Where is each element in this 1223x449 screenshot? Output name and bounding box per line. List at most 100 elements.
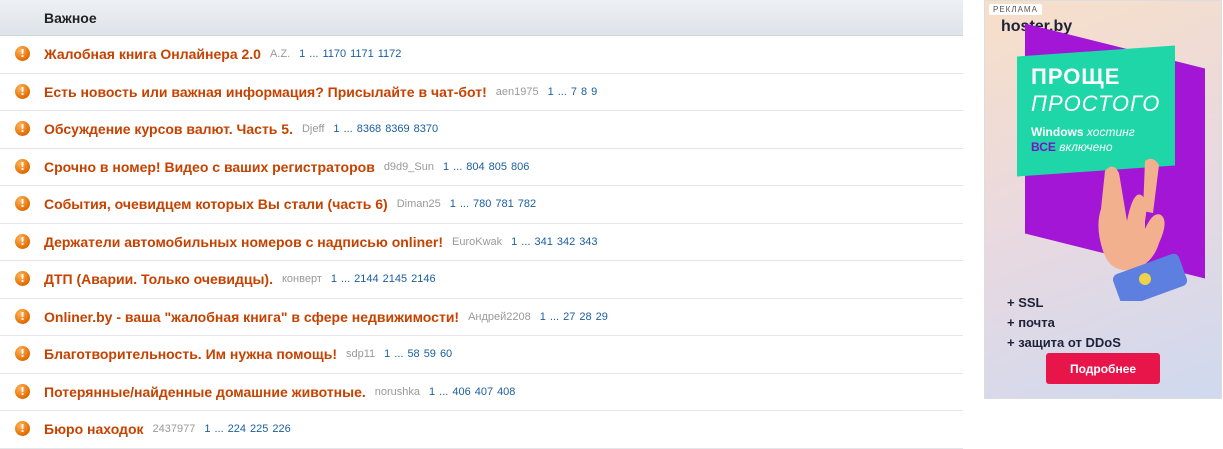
important-icon: !: [15, 158, 30, 174]
page-link[interactable]: 781: [495, 198, 513, 210]
topic-pages: 1... 804 805 806: [443, 161, 529, 173]
page-link[interactable]: 1: [511, 236, 517, 248]
topic-author: Djeff: [301, 123, 325, 136]
topic-author: Андрей2208: [468, 310, 531, 323]
topic-author: sdp11: [345, 348, 376, 361]
topic-row: ! ДТП (Аварии. Только очевидцы). конверт 1.…: [0, 261, 963, 299]
topic-title-link[interactable]: Бюро находок: [44, 421, 144, 437]
page-link[interactable]: 2145: [383, 273, 407, 285]
topic-row: ! Есть новость или важная информация? При…: [0, 74, 963, 111]
page-ellipsis: ...: [394, 348, 404, 361]
ad-headline-2: ПРОСТОГО: [1031, 91, 1161, 116]
page-link[interactable]: 408: [497, 386, 515, 398]
forum-section: Важное ! Жалобная книга Онлайнера 2.0 A.Z.…: [0, 0, 963, 449]
page-link[interactable]: 1: [548, 86, 554, 98]
page-link[interactable]: 7: [571, 86, 577, 98]
page-link[interactable]: 8369: [385, 123, 409, 135]
page-link[interactable]: 8: [581, 86, 587, 98]
ad-subline-1: Windows хостинг: [1031, 125, 1135, 139]
page-link[interactable]: 1: [429, 386, 435, 398]
topic-author: Diman25: [396, 198, 441, 211]
ad-more-button[interactable]: Подробнее: [1046, 353, 1160, 384]
page-link[interactable]: 8368: [357, 123, 381, 135]
topic-author: 2437977: [152, 423, 196, 436]
page-link[interactable]: 2146: [411, 273, 435, 285]
page-link[interactable]: 60: [440, 348, 452, 360]
page-link[interactable]: 1: [333, 123, 339, 135]
hand-icon: [1098, 158, 1188, 301]
page-link[interactable]: 224: [228, 423, 246, 435]
topic-title-link[interactable]: Потерянные/найденные домашние животные.: [44, 384, 366, 400]
topic-title-link[interactable]: Держатели автомобильных номеров с надпис…: [44, 234, 443, 250]
page-link[interactable]: 1: [299, 48, 305, 60]
ad-feature-list: + SSL + почта + защита от DDoS: [1007, 293, 1121, 353]
topic-row: ! Бюро находок 2437977 1... 224 225 226: [0, 411, 963, 449]
ad-label: РЕКЛАМА: [989, 4, 1042, 15]
page-link[interactable]: 406: [452, 386, 470, 398]
ad-sub2-bold: ВСЕ: [1031, 140, 1056, 154]
topic-title-link[interactable]: Есть новость или важная информация? Прис…: [44, 84, 487, 100]
ad-feature-item: + SSL: [1007, 295, 1044, 310]
ad-sub1-bold: Windows: [1031, 125, 1084, 139]
page-link[interactable]: 1: [331, 273, 337, 285]
topic-title-link[interactable]: Благотворительность. Им нужна помощь!: [44, 346, 337, 362]
topic-pages: 1... 2144 2145 2146: [331, 273, 436, 285]
page-link[interactable]: 804: [466, 161, 484, 173]
important-icon: !: [15, 121, 30, 137]
page-link[interactable]: 342: [557, 236, 575, 248]
page-link[interactable]: 9: [591, 86, 597, 98]
topic-title-link[interactable]: Обсуждение курсов валют. Часть 5.: [44, 121, 293, 137]
topic-pages: 1... 58 59 60: [384, 348, 452, 360]
page-link[interactable]: 2144: [354, 273, 378, 285]
topic-pages: 1... 780 781 782: [450, 198, 536, 210]
topic-pages: 1... 8368 8369 8370: [333, 123, 438, 135]
important-icon: !: [15, 196, 30, 212]
important-icon: !: [15, 383, 30, 399]
page-link[interactable]: 29: [596, 311, 608, 323]
page-link[interactable]: 1: [443, 161, 449, 173]
page-link[interactable]: 1170: [322, 48, 346, 60]
page-link[interactable]: 1: [204, 423, 210, 435]
page-link[interactable]: 27: [563, 311, 575, 323]
important-icon: !: [15, 233, 30, 249]
page-link[interactable]: 1172: [378, 48, 402, 60]
ad-feature-item: + почта: [1007, 315, 1055, 330]
page-link[interactable]: 343: [579, 236, 597, 248]
topic-row: ! Onliner.by - ваша "жалобная книга" в сф…: [0, 299, 963, 336]
page-link[interactable]: 59: [424, 348, 436, 360]
topic-pages: 1... 341 342 343: [511, 236, 597, 248]
topic-pages: 1... 224 225 226: [204, 423, 290, 435]
page-link[interactable]: 780: [473, 198, 491, 210]
ad-headline-1: ПРОЩЕ: [1031, 64, 1121, 89]
page-link[interactable]: 58: [407, 348, 419, 360]
page-link[interactable]: 407: [475, 386, 493, 398]
page-ellipsis: ...: [309, 48, 319, 61]
page-link[interactable]: 1: [384, 348, 390, 360]
ad-banner[interactable]: РЕКЛАМА hoster.by ПРОЩЕ ПРОСТОГО Windows…: [984, 0, 1222, 399]
page-ellipsis: ...: [459, 198, 470, 211]
page-ellipsis: ...: [521, 235, 531, 248]
topic-title-link[interactable]: Жалобная книга Онлайнера 2.0: [44, 46, 261, 62]
page-link[interactable]: 806: [511, 161, 529, 173]
page-link[interactable]: 1: [450, 198, 456, 210]
page-link[interactable]: 341: [534, 236, 552, 248]
topic-title-link[interactable]: События, очевидцем которых Вы стали (час…: [44, 196, 388, 212]
page-link[interactable]: 782: [518, 198, 536, 210]
page-link[interactable]: 805: [489, 161, 507, 173]
topic-title-link[interactable]: ДТП (Аварии. Только очевидцы).: [44, 271, 273, 287]
page-link[interactable]: 226: [272, 423, 290, 435]
topic-author: norushka: [374, 385, 421, 398]
page-link[interactable]: 8370: [414, 123, 438, 135]
topic-title-link[interactable]: Срочно в номер! Видео с ваших регистрато…: [44, 159, 375, 175]
page-link[interactable]: 225: [250, 423, 268, 435]
topic-row: ! Благотворительность. Им нужна помощь! sd…: [0, 336, 963, 374]
topic-pages: 1... 406 407 408: [429, 386, 515, 398]
page-link[interactable]: 28: [579, 311, 591, 323]
page-ellipsis: ...: [549, 310, 560, 323]
important-icon: !: [15, 83, 30, 99]
page-link[interactable]: 1: [540, 311, 546, 323]
topic-title-link[interactable]: Onliner.by - ваша "жалобная книга" в сфе…: [44, 309, 459, 325]
page-link[interactable]: 1171: [350, 48, 374, 60]
page-ellipsis: ...: [343, 123, 353, 136]
topic-pages: 1... 7 8 9: [548, 86, 598, 98]
